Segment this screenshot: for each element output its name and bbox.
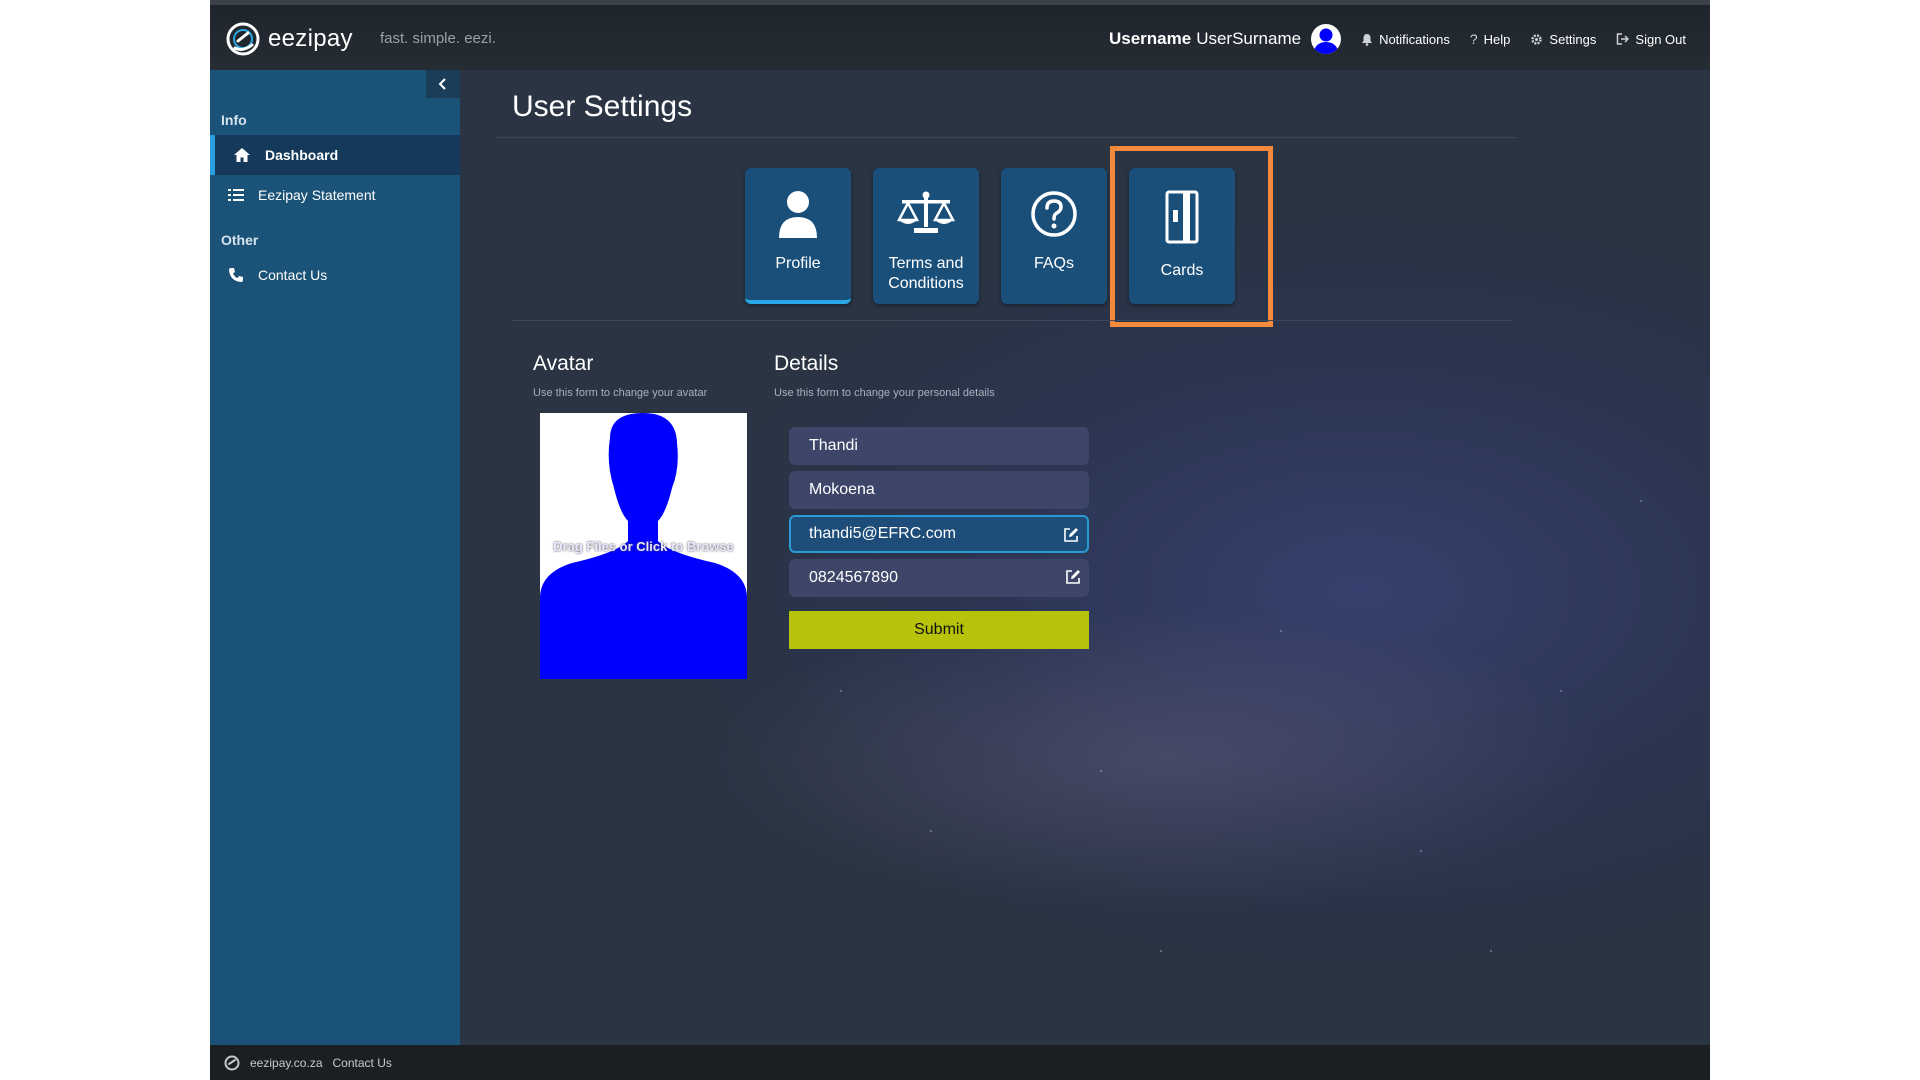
main-content: User Settings Profile Terms and Conditio… bbox=[460, 70, 1710, 1045]
tabs-divider bbox=[512, 320, 1512, 321]
user-avatar[interactable] bbox=[1311, 24, 1342, 54]
background-star bbox=[1160, 950, 1162, 952]
footer-site-link[interactable]: eezipay.co.za bbox=[250, 1056, 323, 1070]
sidebar-item-contact-us[interactable]: Contact Us bbox=[210, 255, 460, 295]
sidebar: Info Dashboard Eezipay Statement Other C… bbox=[210, 70, 460, 1045]
sidebar-section-info: Info bbox=[221, 112, 247, 128]
phone-field[interactable]: 0824567890 bbox=[789, 559, 1089, 597]
app-window: eezipay fast. simple. eezi. Username Use… bbox=[210, 0, 1710, 1080]
sign-out-link[interactable]: Sign Out bbox=[1616, 32, 1686, 47]
tab-faqs[interactable]: FAQs bbox=[1001, 168, 1107, 304]
details-title: Details bbox=[774, 352, 839, 375]
phone-value: 0824567890 bbox=[809, 569, 898, 586]
collapse-sidebar-button[interactable] bbox=[426, 70, 460, 98]
last-name-value: Mokoena bbox=[809, 481, 875, 498]
edit-icon[interactable] bbox=[1065, 569, 1081, 585]
notifications-link[interactable]: Notifications bbox=[1361, 32, 1450, 47]
user-last-name[interactable]: UserSurname bbox=[1196, 29, 1301, 49]
help-label: Help bbox=[1483, 31, 1511, 47]
phone-icon bbox=[229, 268, 243, 282]
tab-label-line-2: Conditions bbox=[888, 275, 964, 292]
user-icon bbox=[779, 191, 817, 238]
avatar-silhouette-icon bbox=[1313, 28, 1340, 54]
tab-profile[interactable]: Profile bbox=[745, 168, 851, 304]
email-field[interactable]: thandi5@EFRC.com bbox=[789, 515, 1089, 553]
question-circle-icon bbox=[1031, 191, 1077, 237]
background-star bbox=[1420, 850, 1422, 852]
sidebar-item-eezipay-statement[interactable]: Eezipay Statement bbox=[210, 175, 460, 215]
dropzone-label: Drag Files or Click to Browse bbox=[553, 539, 734, 554]
user-first-name[interactable]: Username bbox=[1109, 29, 1191, 49]
background-star bbox=[1640, 500, 1642, 502]
notifications-label: Notifications bbox=[1379, 31, 1450, 47]
help-link[interactable]: ? Help bbox=[1470, 31, 1511, 47]
sidebar-item-label: Contact Us bbox=[258, 267, 328, 283]
title-divider bbox=[496, 137, 1516, 138]
sidebar-item-dashboard[interactable]: Dashboard bbox=[210, 135, 460, 175]
sign-out-icon bbox=[1617, 33, 1630, 45]
tab-label-line-1: Terms and bbox=[888, 255, 964, 272]
eezipay-logo-icon bbox=[224, 1055, 240, 1070]
background-star bbox=[1560, 690, 1562, 692]
user-menu: Username UserSurname Notifications ? Hel… bbox=[1109, 24, 1686, 54]
last-name-field[interactable]: Mokoena bbox=[789, 471, 1089, 509]
submit-button[interactable]: Submit bbox=[789, 611, 1089, 649]
question-icon: ? bbox=[1469, 31, 1478, 47]
footer: eezipay.co.za Contact Us bbox=[210, 1045, 1710, 1080]
tab-terms-and-conditions[interactable]: Terms and Conditions bbox=[873, 168, 979, 304]
edit-icon[interactable] bbox=[1063, 527, 1079, 543]
brand-name: eezipay bbox=[268, 25, 353, 52]
sidebar-section-other: Other bbox=[221, 232, 259, 248]
scales-icon bbox=[896, 191, 956, 233]
eezipay-logo-icon bbox=[226, 22, 260, 56]
home-icon bbox=[234, 148, 250, 162]
tagline: fast. simple. eezi. bbox=[380, 30, 496, 47]
bell-icon bbox=[1362, 33, 1373, 46]
email-value: thandi5@EFRC.com bbox=[809, 525, 956, 542]
avatar-subtitle: Use this form to change your avatar bbox=[533, 387, 708, 399]
cards-highlight-frame bbox=[1110, 146, 1273, 327]
top-bar: eezipay fast. simple. eezi. Username Use… bbox=[210, 0, 1710, 70]
tab-label: Profile bbox=[775, 255, 821, 272]
sidebar-item-label: Eezipay Statement bbox=[258, 187, 376, 203]
footer-contact-link[interactable]: Contact Us bbox=[333, 1056, 392, 1070]
gear-icon bbox=[1531, 33, 1543, 45]
first-name-field[interactable]: Thandi bbox=[789, 427, 1089, 465]
settings-label: Settings bbox=[1549, 31, 1597, 47]
sign-out-label: Sign Out bbox=[1635, 31, 1686, 47]
avatar-dropzone[interactable]: Drag Files or Click to Browse bbox=[540, 413, 747, 679]
background-star bbox=[930, 830, 932, 832]
background-glow bbox=[710, 610, 1610, 910]
settings-link[interactable]: Settings bbox=[1530, 32, 1596, 47]
sidebar-item-label: Dashboard bbox=[265, 147, 339, 163]
background-star bbox=[1490, 950, 1492, 952]
tab-label: Terms and Conditions bbox=[873, 254, 979, 294]
tab-label: FAQs bbox=[1033, 255, 1074, 272]
first-name-value: Thandi bbox=[809, 437, 858, 454]
list-icon bbox=[228, 189, 244, 201]
details-subtitle: Use this form to change your personal de… bbox=[774, 387, 995, 399]
background-star bbox=[1280, 630, 1282, 632]
background-star bbox=[840, 690, 842, 692]
page-title: User Settings bbox=[512, 90, 693, 123]
logo[interactable]: eezipay bbox=[226, 22, 353, 56]
chevron-left-icon bbox=[438, 78, 446, 90]
background-star bbox=[1100, 770, 1102, 772]
avatar-title: Avatar bbox=[533, 352, 594, 375]
